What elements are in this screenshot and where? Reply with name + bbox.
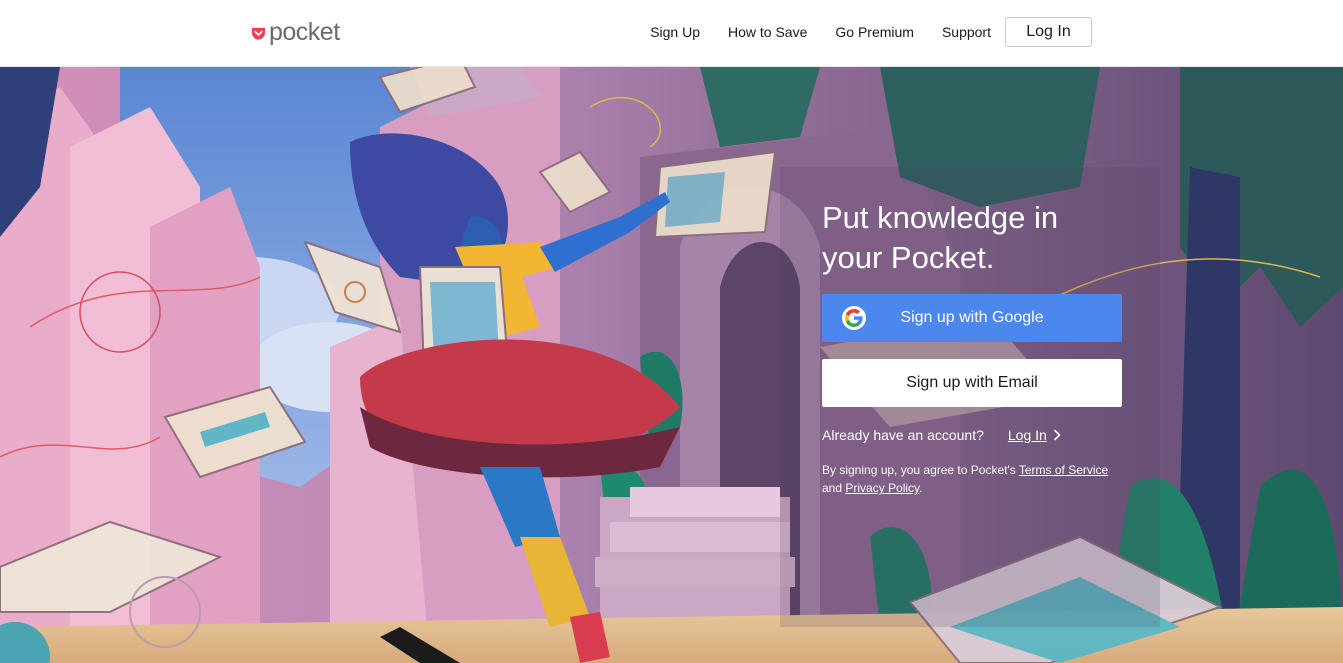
nav-sign-up[interactable]: Sign Up	[650, 24, 700, 40]
hero-headline: Put knowledge in your Pocket.	[822, 200, 1059, 275]
nav-how-to-save[interactable]: How to Save	[728, 24, 807, 40]
google-badge	[842, 306, 866, 330]
chevron-right-icon	[1053, 429, 1061, 441]
legal-middle: and	[822, 481, 846, 495]
legal-suffix: .	[919, 481, 923, 495]
hero-login-link[interactable]: Log In	[1008, 427, 1061, 443]
google-g-icon	[845, 309, 863, 327]
pocket-logo-icon	[251, 27, 266, 40]
top-nav: Sign Up How to Save Go Premium Support L…	[650, 17, 1092, 47]
logo-wordmark: pocket	[269, 17, 340, 46]
pocket-logo[interactable]: pocket	[251, 18, 340, 46]
privacy-policy-link[interactable]: Privacy Policy	[845, 481, 919, 495]
google-signup-label: Sign up with Google	[900, 309, 1044, 326]
legal-text: By signing up, you agree to Pocket's Ter…	[822, 461, 1122, 497]
email-signup-button[interactable]: Sign up with Email	[822, 359, 1122, 407]
nav-support[interactable]: Support	[942, 24, 991, 40]
account-prompt: Already have an account?	[822, 427, 984, 443]
hero-illustration	[0, 67, 1343, 663]
hero-login-label: Log In	[1007, 427, 1047, 443]
account-row: Already have an account? Log In	[822, 427, 1122, 443]
terms-of-service-link[interactable]: Terms of Service	[1019, 463, 1108, 477]
hero-section: Put knowledge in your Pocket. Sign up wi…	[0, 67, 1343, 663]
site-header: pocket Sign Up How to Save Go Premium Su…	[0, 0, 1343, 67]
nav-go-premium[interactable]: Go Premium	[835, 24, 914, 40]
legal-prefix: By signing up, you agree to Pocket's	[822, 463, 1019, 477]
signup-panel: Put knowledge in your Pocket. Sign up wi…	[822, 198, 1122, 497]
google-signup-button[interactable]: Sign up with Google	[822, 294, 1122, 342]
header-login-button[interactable]: Log In	[1005, 17, 1092, 47]
